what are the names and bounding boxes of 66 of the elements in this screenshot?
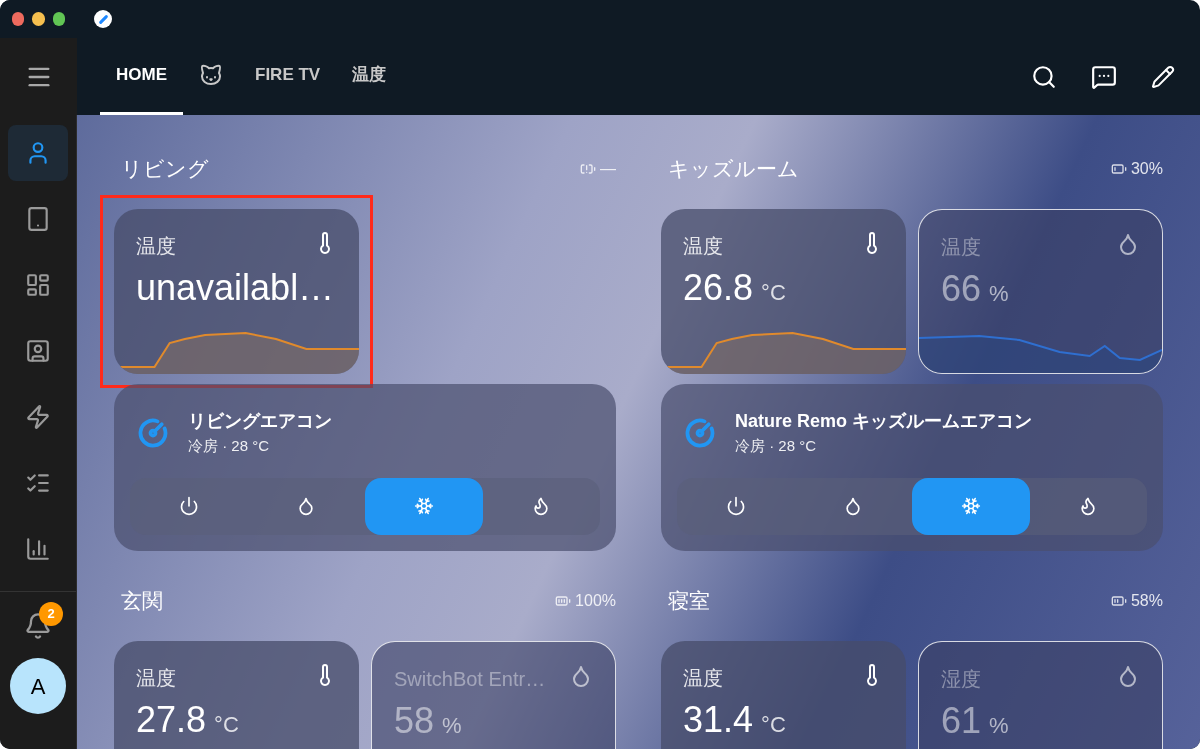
sensor-value: 66 (941, 267, 982, 311)
sensor-card[interactable]: 温度 unavailabl… (114, 209, 359, 374)
chat-icon[interactable] (1091, 63, 1117, 90)
tab[interactable]: 温度 (336, 38, 403, 115)
search-icon[interactable] (1031, 63, 1057, 90)
sensor-value: 58 (394, 698, 435, 743)
dashboard-icon (25, 272, 51, 298)
minimize-button[interactable] (32, 12, 45, 26)
maximize-button[interactable] (52, 12, 65, 26)
sensor-unit: % (989, 711, 1009, 740)
cat-icon (199, 63, 223, 87)
mode-button[interactable] (912, 477, 1030, 535)
sensor-card[interactable]: 温度 26.8 °C (661, 209, 906, 374)
sensor-unit: °C (761, 710, 786, 739)
thermostat-card[interactable]: リビングエアコン 冷房 · 28 °C (114, 384, 616, 551)
section-title: キッズルーム (668, 156, 799, 183)
snowflake-icon (413, 496, 434, 516)
mode-button[interactable] (365, 477, 483, 535)
sensor-value: 61 (941, 698, 982, 743)
section-title: 寝室 (668, 587, 710, 614)
sensor-label: 温度 (683, 665, 723, 691)
gauge-icon (685, 417, 715, 448)
tab[interactable]: FIRE TV (239, 38, 337, 115)
sidebar-item[interactable] (8, 125, 68, 181)
battery-level: 30% (1130, 159, 1163, 179)
sensor-value: 27.8 (136, 697, 207, 742)
power-icon (725, 496, 746, 516)
battery-level: — (600, 159, 616, 179)
sensor-unit: % (989, 280, 1009, 308)
sensor-label: SwitchBot Entr… (394, 666, 546, 692)
sensor-unit: % (442, 711, 462, 740)
sensor-label: 湿度 (941, 666, 981, 692)
battery-level: 100% (575, 590, 616, 611)
sensor-card[interactable]: 温度 31.4 °C (661, 640, 906, 749)
power-icon (178, 496, 199, 516)
notification-badge: 2 (39, 602, 63, 626)
sensor-unit: °C (761, 279, 786, 307)
sensor-label: 温度 (136, 234, 176, 259)
sensor-card[interactable]: 温度 27.8 °C (114, 640, 359, 749)
sensor-value: 26.8 (683, 266, 754, 310)
sensor-label: 温度 (941, 235, 981, 260)
sensor-unit: °C (214, 710, 239, 739)
edit-icon[interactable] (1151, 64, 1175, 89)
sensor-card[interactable]: 湿度 61 % (918, 640, 1163, 749)
gauge-icon (138, 417, 168, 448)
bar-chart-icon (25, 536, 51, 562)
contact-icon (25, 338, 51, 364)
tablet-icon (25, 206, 51, 232)
sensor-label: 温度 (136, 665, 176, 691)
lightning-icon (25, 404, 51, 430)
section-title: リビング (121, 156, 209, 183)
user-avatar[interactable]: A (10, 658, 66, 714)
thermostat-state: 冷房 · 28 °C (735, 436, 817, 456)
sensor-label: 温度 (683, 234, 723, 259)
thermostat-name: Nature Remo キッズルームエアコン (735, 410, 1033, 433)
section-title: 玄関 (121, 587, 163, 614)
battery-level: 58% (1130, 590, 1163, 611)
thermostat-card[interactable]: Nature Remo キッズルームエアコン 冷房 · 28 °C (661, 384, 1163, 551)
sensor-value: unavailabl… (136, 266, 335, 310)
sensor-value: 31.4 (683, 697, 754, 742)
sensor-card[interactable]: 温度 66 % (918, 209, 1163, 374)
compass-icon (94, 10, 112, 28)
thermostat-name: リビングエアコン (188, 410, 332, 433)
close-button[interactable] (12, 12, 25, 26)
snowflake-icon (960, 496, 981, 516)
thermostat-state: 冷房 · 28 °C (188, 436, 270, 456)
